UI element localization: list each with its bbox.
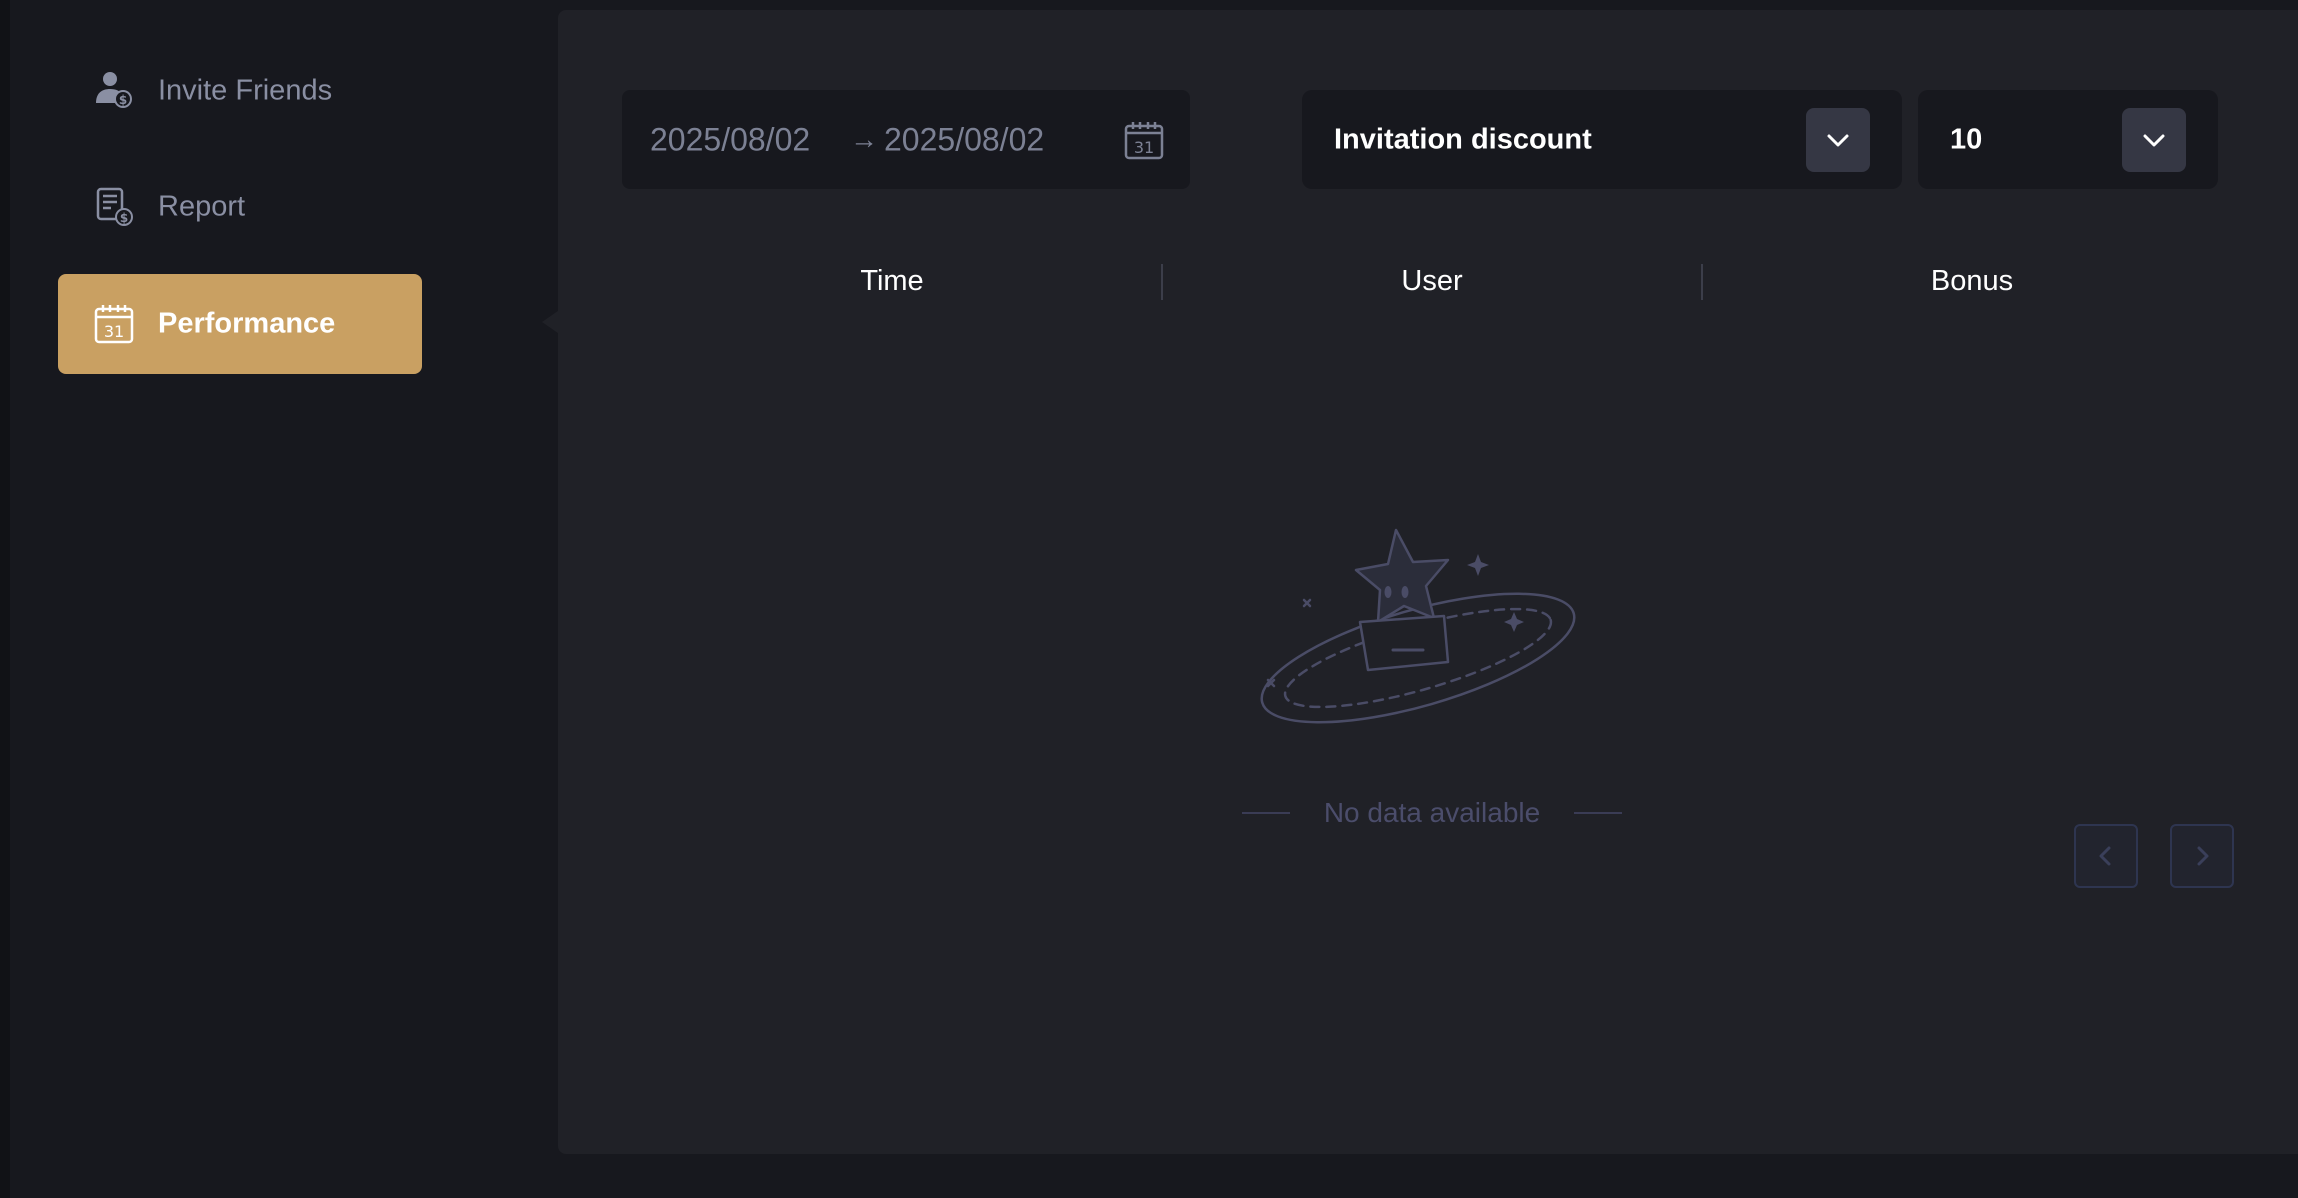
column-header-user: User	[1401, 264, 1463, 297]
empty-state-illustration	[1248, 510, 1608, 760]
sidebar-item-label: Report	[158, 190, 246, 223]
main-panel: 2025/08/02 → 2025/08/02 31 Invitation di…	[558, 10, 2298, 1154]
svg-text:31: 31	[1134, 138, 1154, 157]
empty-state-label: No data available	[1323, 797, 1541, 828]
divider-line	[1242, 812, 1290, 814]
svg-text:31: 31	[104, 322, 124, 341]
chevron-left-icon	[2099, 846, 2111, 866]
receipt-coin-icon: $	[92, 185, 136, 229]
window-edge	[0, 0, 10, 1198]
users-coin-icon: $	[92, 69, 136, 113]
column-header-time: Time	[860, 264, 924, 297]
page-size-value: 10	[1950, 123, 1983, 155]
svg-text:$: $	[120, 211, 128, 225]
divider-line	[1574, 812, 1622, 814]
type-select-value: Invitation discount	[1334, 123, 1592, 155]
page-size-select[interactable]: 10	[1918, 90, 2218, 189]
chevron-down-icon[interactable]	[2122, 107, 2186, 172]
sidebar-item-label: Invite Friends	[158, 74, 333, 107]
sidebar: $ Invite Friends $ Report 31 Performance	[10, 0, 568, 1198]
chevron-right-icon	[2197, 846, 2209, 866]
sidebar-item-invite-friends[interactable]: $ Invite Friends	[58, 41, 422, 141]
table-header: Time User Bonus	[622, 246, 2242, 316]
sidebar-item-report[interactable]: $ Report	[58, 157, 422, 257]
chevron-down-icon[interactable]	[1806, 107, 1870, 172]
prev-page-button[interactable]	[2074, 824, 2138, 888]
date-range-picker[interactable]: 2025/08/02 → 2025/08/02 31	[622, 90, 1190, 189]
calendar-icon[interactable]: 31	[1124, 120, 1164, 160]
calendar-icon: 31	[92, 302, 136, 346]
date-end[interactable]: 2025/08/02	[884, 121, 1044, 158]
empty-state-text: No data available	[1242, 788, 1622, 838]
sidebar-item-label: Performance	[158, 307, 336, 340]
arrow-right-icon: →	[850, 122, 878, 154]
next-page-button[interactable]	[2170, 824, 2234, 888]
date-start[interactable]: 2025/08/02	[650, 121, 810, 158]
svg-text:$: $	[119, 93, 127, 107]
sidebar-item-performance[interactable]: 31 Performance	[58, 274, 422, 374]
column-header-bonus: Bonus	[1930, 264, 2014, 297]
type-select[interactable]: Invitation discount	[1302, 90, 1902, 189]
